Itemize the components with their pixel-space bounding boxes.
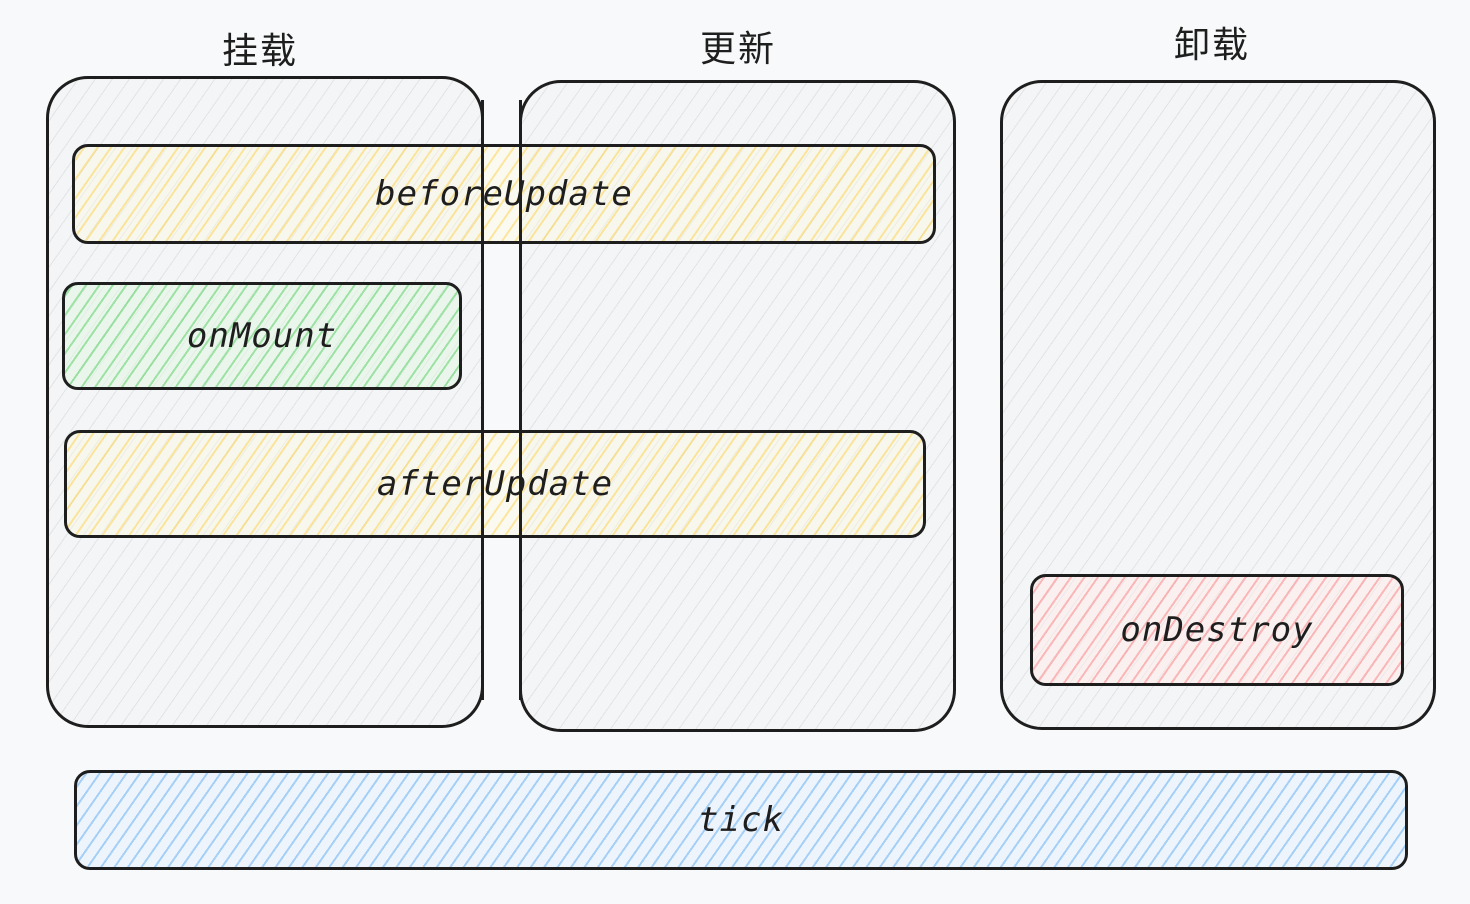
on-destroy-label: onDestroy (1120, 610, 1314, 650)
on-destroy-bar: onDestroy (1030, 574, 1404, 686)
mount-column-title: 挂载 (221, 31, 298, 72)
after-update-label: afterUpdate (376, 464, 614, 504)
before-update-bar: beforeUpdate (72, 144, 936, 244)
mount-column-edge (481, 100, 484, 700)
on-mount-bar: onMount (62, 282, 462, 390)
lifecycle-diagram: 挂载 更新 卸载 beforeUpdate onMount afterUpdat… (0, 0, 1470, 904)
update-column-edge (519, 100, 522, 700)
unmount-column-title: 卸载 (1173, 25, 1250, 66)
tick-bar: tick (74, 770, 1408, 870)
tick-label: tick (698, 800, 784, 840)
before-update-label: beforeUpdate (375, 174, 633, 214)
update-column-title: 更新 (699, 29, 776, 70)
on-mount-label: onMount (186, 316, 338, 356)
after-update-bar: afterUpdate (64, 430, 926, 538)
